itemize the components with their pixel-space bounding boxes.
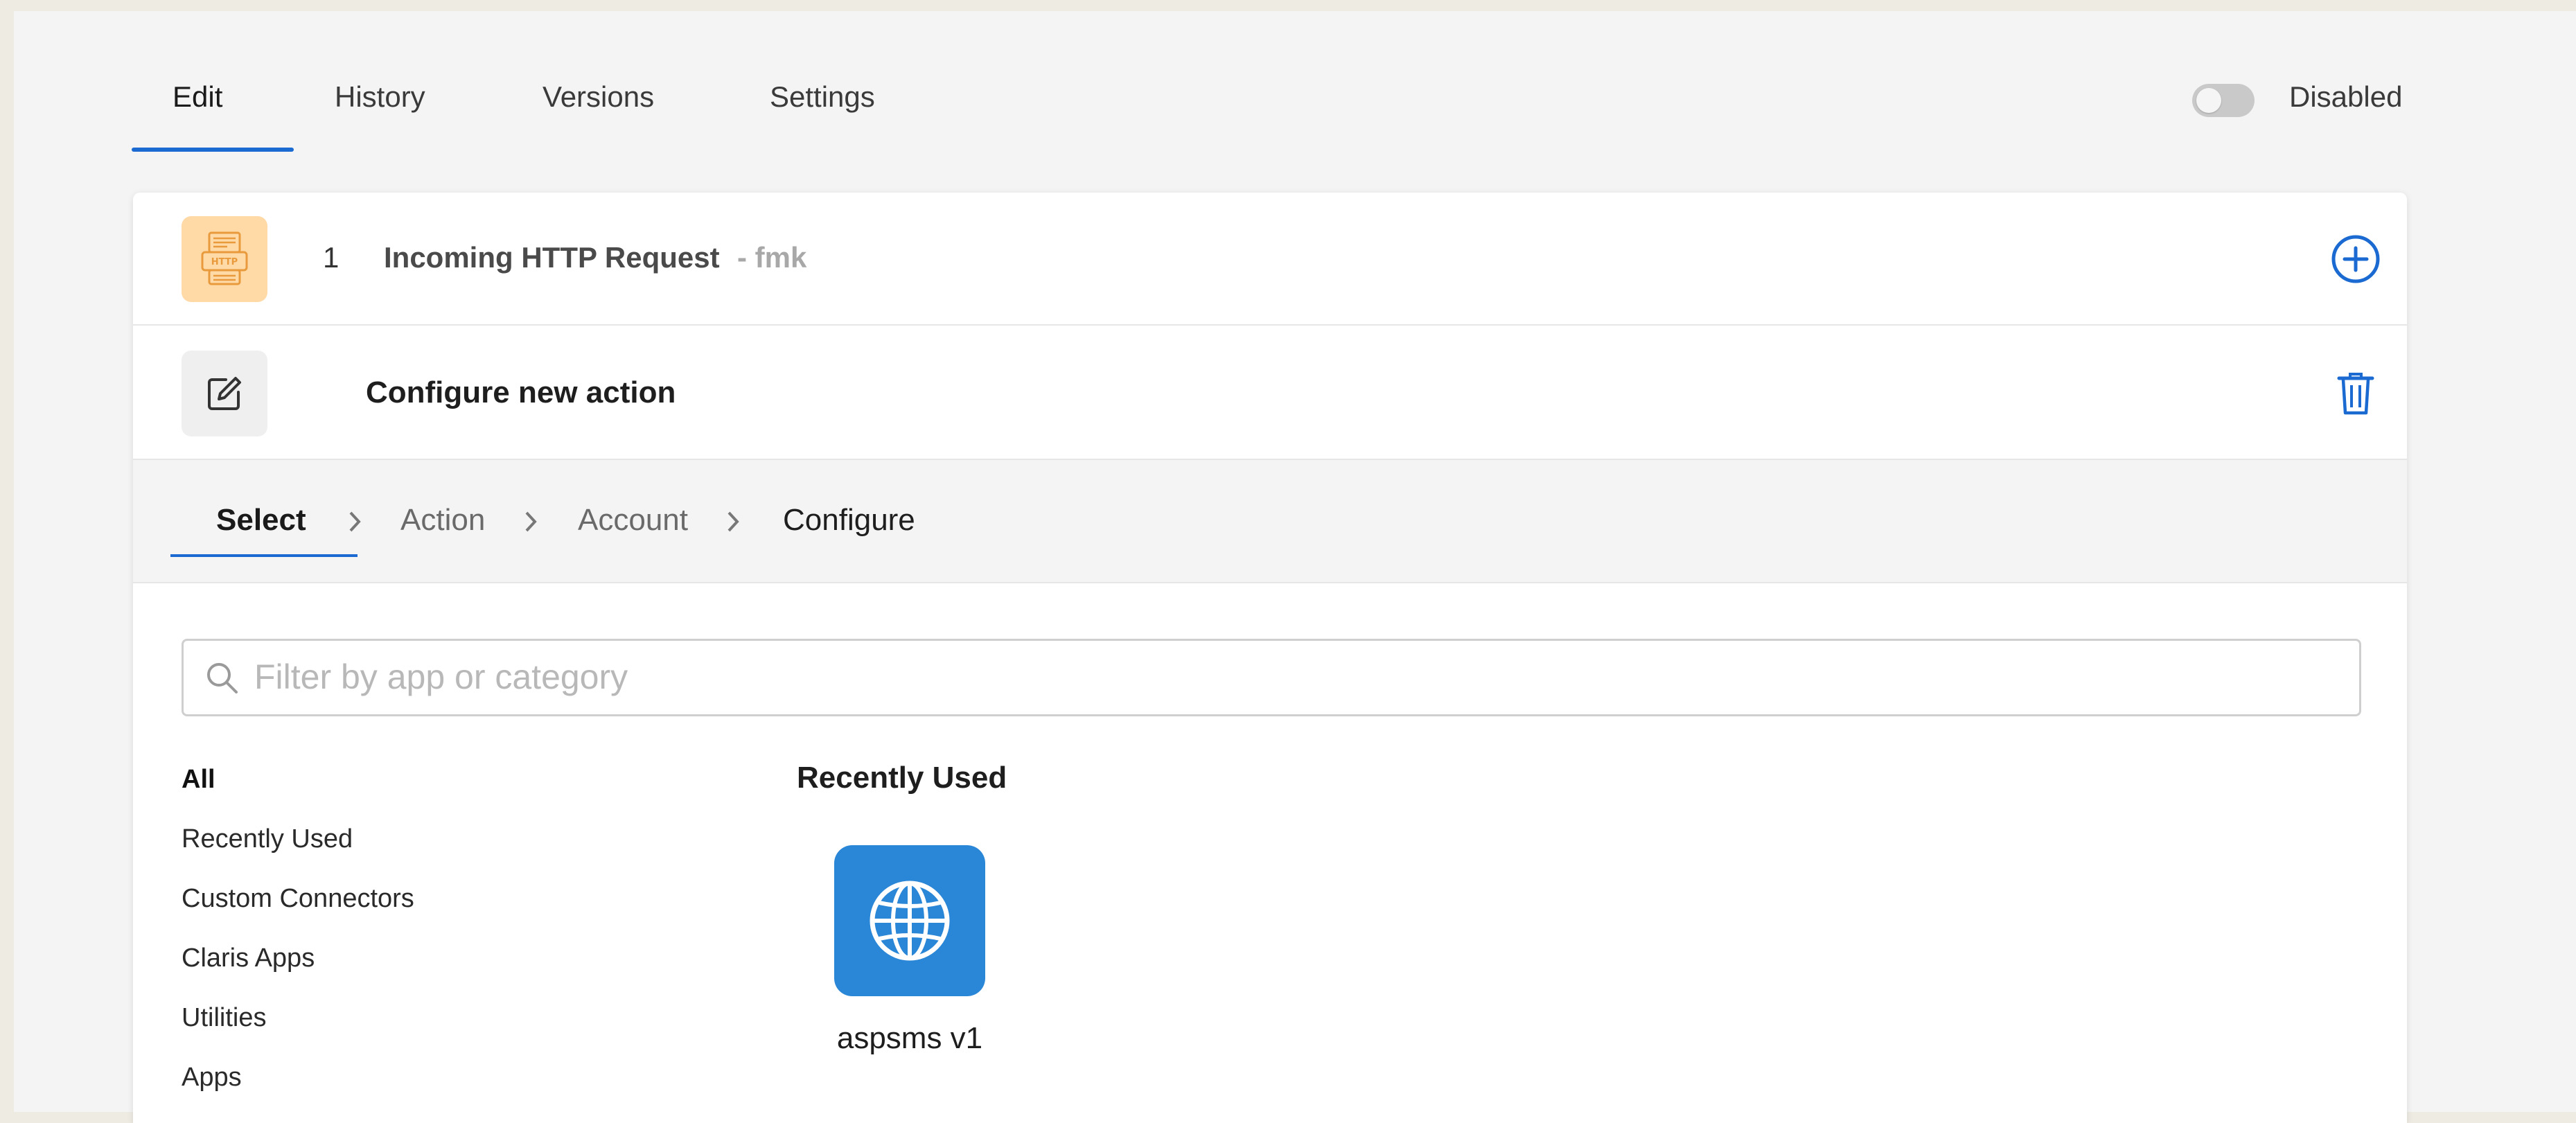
- globe-icon: [870, 881, 950, 961]
- add-step-button[interactable]: [2329, 233, 2382, 285]
- wizard-step-configure[interactable]: Configure: [783, 503, 915, 538]
- toggle-label: Disabled: [2289, 80, 2403, 113]
- search-icon: [207, 663, 238, 693]
- recently-used-heading: Recently Used: [797, 761, 1007, 795]
- toggle-knob: [2196, 88, 2221, 113]
- wizard-step-action[interactable]: Action: [400, 503, 485, 538]
- plus-circle-icon: [2331, 235, 2380, 283]
- wizard-step-account[interactable]: Account: [578, 503, 688, 538]
- search-input[interactable]: [253, 652, 2320, 702]
- tab-settings[interactable]: Settings: [770, 80, 875, 126]
- app-tile-aspsms[interactable]: [834, 845, 985, 996]
- tab-edit[interactable]: Edit: [173, 80, 222, 126]
- new-action-title: Configure new action: [366, 375, 676, 409]
- category-claris-apps[interactable]: Claris Apps: [182, 944, 315, 973]
- chevron-right-icon: [349, 511, 361, 532]
- step-subtitle: - fmk: [737, 241, 807, 274]
- enable-toggle[interactable]: [2192, 84, 2255, 117]
- category-custom-connectors[interactable]: Custom Connectors: [182, 884, 414, 914]
- app-name[interactable]: aspsms v1: [797, 1021, 1023, 1056]
- category-recently-used[interactable]: Recently Used: [182, 824, 353, 854]
- tab-history[interactable]: History: [335, 80, 425, 126]
- search-box: [182, 639, 2361, 716]
- delete-action-button[interactable]: [2335, 370, 2376, 417]
- chevron-right-icon: [727, 511, 739, 532]
- step-number: 1: [323, 241, 339, 274]
- category-apps[interactable]: Apps: [182, 1063, 242, 1093]
- chevron-right-icon: [525, 511, 537, 532]
- flow-card: HTTP 1 Incoming HTTP Request - fmk Confi…: [133, 193, 2407, 1123]
- wizard-steps: Select Action Account Configure: [133, 459, 2407, 583]
- wizard-step-select[interactable]: Select: [216, 503, 306, 538]
- tab-versions[interactable]: Versions: [542, 80, 654, 126]
- active-tab-indicator: [132, 148, 294, 152]
- http-document-icon: HTTP: [182, 216, 267, 302]
- category-all[interactable]: All: [182, 765, 215, 795]
- wizard-active-indicator: [170, 554, 358, 557]
- category-utilities[interactable]: Utilities: [182, 1003, 266, 1033]
- step-title[interactable]: Incoming HTTP Request: [384, 241, 720, 274]
- app-frame: Edit History Versions Settings Disabled …: [14, 11, 2576, 1123]
- svg-text:HTTP: HTTP: [211, 257, 238, 267]
- edit-square-icon: [182, 351, 267, 436]
- row-divider: [133, 324, 2407, 326]
- trash-icon: [2337, 373, 2374, 415]
